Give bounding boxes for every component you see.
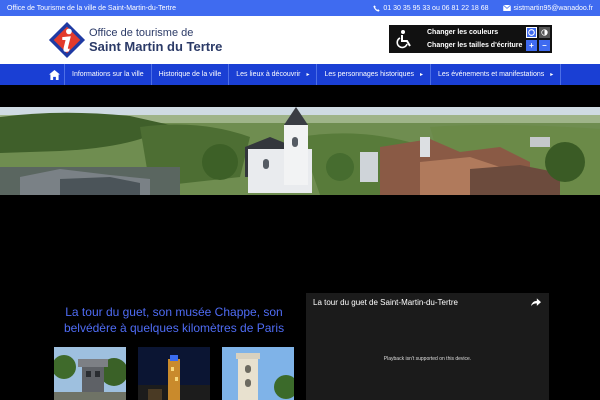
tower-thumbnail-2[interactable] — [138, 347, 210, 400]
tower-thumbnail-1[interactable] — [54, 347, 126, 400]
video-player[interactable]: La tour du guet de Saint-Martin-du-Tertr… — [306, 293, 549, 400]
playback-message: Playback isn't supported on this device. — [383, 356, 472, 362]
caret-right-icon: ▸ — [550, 72, 554, 78]
email-address: sistmartin95@wanadoo.fr — [513, 4, 593, 12]
phone-contact[interactable]: 01 30 35 95 33 ou 06 81 22 18 68 — [373, 4, 489, 12]
phone-number: 01 30 35 95 33 ou 06 81 22 18 68 — [383, 4, 489, 12]
top-bar: Office de Tourisme de la ville de Saint-… — [0, 0, 600, 16]
phone-icon — [373, 4, 381, 12]
change-colors-label[interactable]: Changer les couleurs — [427, 26, 526, 39]
page-tagline: La tour du guet, son musée Chappe, son b… — [63, 305, 285, 335]
site-header: Office de tourisme de Saint Martin du Te… — [0, 16, 600, 64]
increase-text-button[interactable]: + — [526, 40, 537, 51]
brand-line-1: Office de tourisme de — [89, 27, 194, 39]
half-contrast-icon[interactable] — [539, 27, 550, 38]
decrease-text-button[interactable]: – — [539, 40, 550, 51]
mail-icon — [502, 5, 511, 11]
nav-item-evenements[interactable]: Les événements et manifestations ▸ — [430, 64, 560, 85]
home-icon — [49, 69, 60, 80]
wheelchair-icon — [389, 25, 419, 53]
email-contact[interactable]: sistmartin95@wanadoo.fr — [502, 4, 593, 12]
change-text-size-label[interactable]: Changer les tailles d'écriture — [427, 39, 526, 52]
hero-panorama — [0, 107, 600, 195]
nav-item-personnages[interactable]: Les personnages historiques ▸ — [316, 64, 430, 85]
tower-thumbnail-3[interactable] — [222, 347, 294, 400]
contrast-icon[interactable] — [526, 27, 537, 38]
tourism-info-logo[interactable] — [48, 21, 86, 59]
nav-item-historique[interactable]: Historique de la ville — [150, 64, 229, 85]
main-nav: Informations sur la ville Historique de … — [0, 64, 600, 85]
accessibility-panel: Changer les couleurs Changer les tailles… — [389, 25, 552, 53]
home-button[interactable] — [0, 64, 64, 85]
nav-item-lieux[interactable]: Les lieux à découvrir ▸ — [228, 64, 316, 85]
office-name: Office de Tourisme de la ville de Saint-… — [7, 4, 176, 12]
caret-right-icon: ▸ — [419, 72, 423, 78]
share-icon[interactable] — [531, 298, 541, 307]
caret-right-icon: ▸ — [306, 72, 310, 78]
brand-line-2: Saint Martin du Tertre — [89, 39, 223, 54]
video-title[interactable]: La tour du guet de Saint-Martin-du-Tertr… — [313, 298, 458, 307]
nav-item-informations[interactable]: Informations sur la ville — [64, 64, 151, 85]
